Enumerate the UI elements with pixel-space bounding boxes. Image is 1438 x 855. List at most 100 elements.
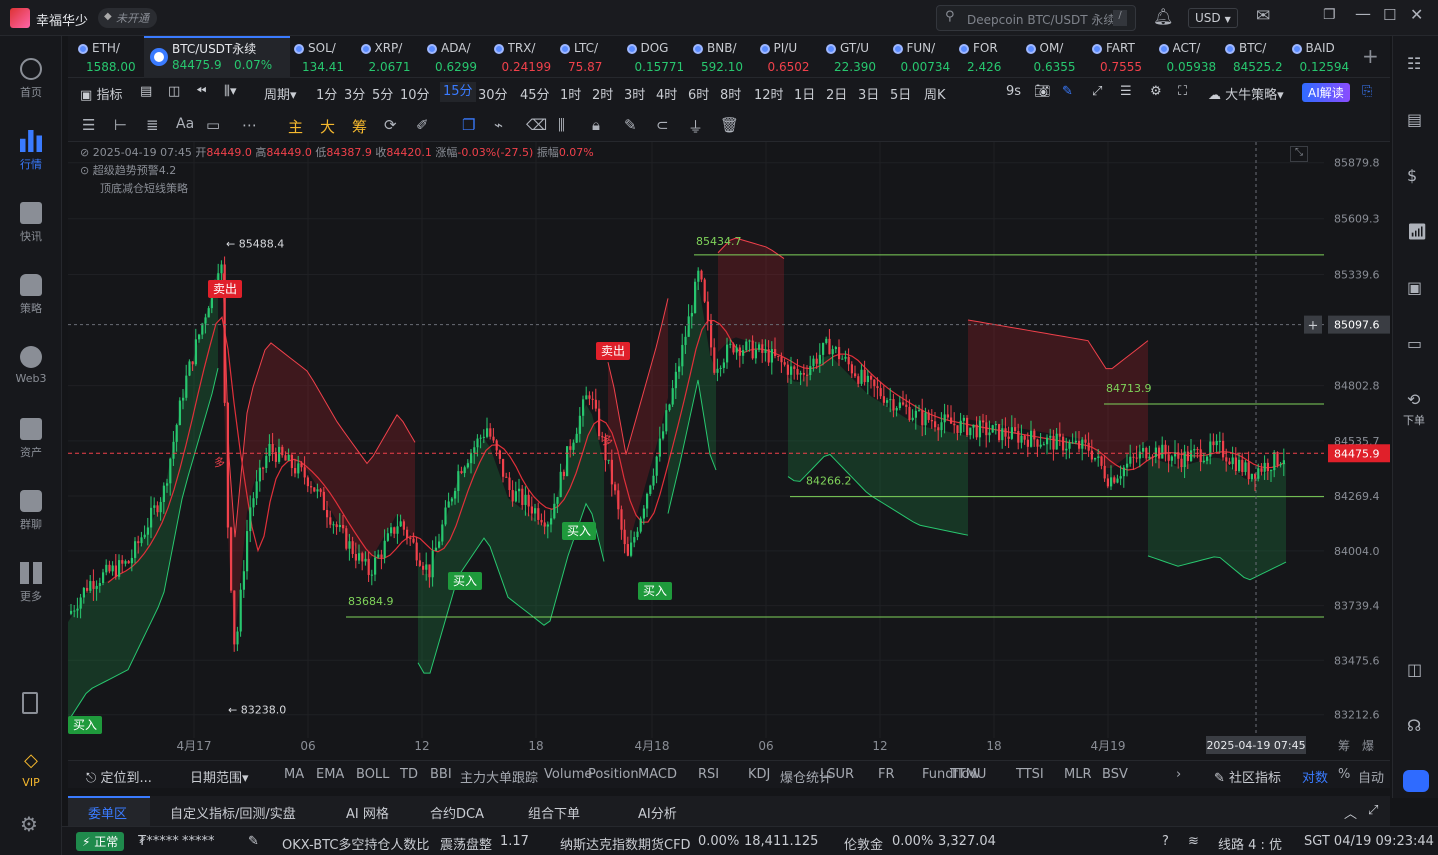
text-tool[interactable]: Aa — [176, 116, 194, 132]
log-scale-toggle[interactable]: 对数 — [1302, 767, 1328, 786]
filter-icon[interactable]: ⏚ — [688, 116, 703, 137]
tag-icon[interactable]: ⌁ — [494, 116, 503, 134]
period-dropdown[interactable]: 周期▾ — [264, 84, 297, 103]
copy-icon[interactable]: ❐ — [462, 116, 475, 134]
indicator-9[interactable]: RSI — [698, 767, 719, 782]
bell-icon[interactable]: 🔔︎ — [1153, 7, 1173, 26]
period-11[interactable]: 6时 — [688, 84, 709, 103]
ticker-item-13[interactable]: OM/0.6355 — [1025, 40, 1092, 76]
indicator-4[interactable]: BBI — [430, 767, 452, 782]
add-ticker-icon[interactable]: + — [1362, 44, 1379, 68]
period-13[interactable]: 12时 — [754, 84, 784, 103]
tab-ai-analysis[interactable]: AI分析 — [638, 803, 677, 822]
line-status[interactable]: 线路 4 : 优 — [1218, 834, 1282, 853]
dollar-icon[interactable]: $ — [1407, 166, 1417, 185]
period-8[interactable]: 2时 — [592, 84, 613, 103]
period-3[interactable]: 10分 — [400, 84, 430, 103]
vip-status-badge[interactable]: ◆ 未开通 — [98, 8, 157, 28]
sidebar-item-assets[interactable]: 资产 — [0, 410, 62, 470]
brush-icon[interactable]: ✐ — [416, 116, 429, 134]
indicator-3[interactable]: TD — [400, 767, 418, 782]
indicator-menu-button[interactable]: ▣ 指标 — [80, 84, 122, 103]
chevron-right-icon[interactable]: › — [1176, 767, 1181, 782]
period-10[interactable]: 4时 — [656, 84, 677, 103]
sidebar-item-more[interactable]: 更多 — [0, 554, 62, 614]
camera-icon[interactable]: 📷︎ — [1034, 84, 1051, 99]
period-12[interactable]: 8时 — [720, 84, 741, 103]
ticker-item-0[interactable]: ETH/1588.00 — [78, 40, 144, 76]
indicator-8[interactable]: MACD — [638, 767, 677, 782]
indicator-legend-2[interactable]: 顶底减仓短线策略 — [100, 180, 188, 196]
ai-interpret-button[interactable]: AI解读 — [1302, 83, 1350, 102]
chevron-up-icon[interactable]: ︿ — [1344, 803, 1357, 822]
period-2[interactable]: 5分 — [372, 84, 393, 103]
phone-icon[interactable] — [22, 692, 38, 714]
eraser-icon[interactable]: ⌫ — [526, 116, 547, 134]
card-icon[interactable]: ▭ — [1407, 334, 1422, 353]
search-box[interactable]: ⚲ Deepcoin BTC/USDT 永续 / — [936, 5, 1136, 31]
user-name[interactable]: 幸福华少 — [36, 10, 88, 29]
indicator-6[interactable]: Volume — [544, 767, 592, 782]
period-17[interactable]: 5日 — [890, 84, 911, 103]
ticker-item-1[interactable]: BTC/USDT永续 84475.9 0.07% — [144, 36, 290, 78]
edit-icon[interactable]: ✎ — [624, 116, 637, 134]
close-icon[interactable]: ✕ — [1410, 5, 1423, 24]
tab-combo-order[interactable]: 组合下单 — [528, 803, 580, 822]
indicator-15[interactable]: TTMU — [950, 767, 986, 782]
sidebar-item-home[interactable]: 首页 — [0, 50, 62, 110]
share-icon[interactable]: ⎘ — [1362, 84, 1372, 99]
place-order-icon[interactable]: ⟲ — [1407, 390, 1420, 409]
expand-icon[interactable]: ⤢ — [1092, 84, 1102, 99]
trash-icon[interactable]: 🗑︎ — [720, 116, 739, 134]
more-dots-icon[interactable]: ⋯ — [242, 116, 257, 134]
avatar[interactable] — [10, 8, 30, 28]
watchlist-icon[interactable]: ☷ — [1407, 54, 1421, 73]
maximize-icon[interactable]: ☐ — [1383, 6, 1396, 24]
ruler-icon[interactable]: ▭ — [206, 116, 220, 134]
ticker-item-4[interactable]: ADA/0.6299 — [427, 40, 493, 76]
panel-layout-icon[interactable]: ◫ — [1407, 660, 1422, 679]
ticker-item-17[interactable]: BAID 0.12594 — [1291, 40, 1358, 76]
price-chart[interactable]: 85434.7 84713.9 84266.2 83684.9 ← 85488.4 ← 8… — [68, 142, 1390, 760]
candlestick-chart[interactable]: 85434.7 84713.9 84266.2 83684.9 ← 85488.4 ← 8… — [68, 142, 1390, 760]
indicator-legend-1[interactable]: ⊙ 超级趋势预警4.2 — [80, 162, 176, 178]
indicator-7[interactable]: Position — [588, 767, 639, 782]
main-force-button[interactable]: 主 — [288, 116, 303, 137]
indicator-13[interactable]: FR — [878, 767, 895, 782]
layout-icon[interactable]: ◫ — [168, 84, 180, 99]
lock-icon[interactable]: 🔒︎ — [592, 116, 600, 134]
ticker-item-11[interactable]: FUN/0.00734 — [892, 40, 959, 76]
period-1[interactable]: 3分 — [344, 84, 365, 103]
indicator-18[interactable]: BSV — [1102, 767, 1128, 782]
ticker-item-6[interactable]: LTC/75.87 — [560, 40, 626, 76]
search-input[interactable]: Deepcoin BTC/USDT 永续 — [967, 11, 1115, 28]
pencil-icon[interactable]: ✎ — [1062, 84, 1073, 99]
chart-settings-icon[interactable]: ⤡ — [1290, 146, 1308, 162]
locate-button[interactable]: ⎋ 定位到... — [86, 767, 152, 786]
document-icon[interactable]: ▤ — [1407, 110, 1422, 129]
edit-icon[interactable]: ✎ — [248, 834, 259, 849]
indicator-2[interactable]: BOLL — [356, 767, 389, 782]
indicator-16[interactable]: TTSI — [1016, 767, 1044, 782]
period-14[interactable]: 1日 — [794, 84, 815, 103]
rewind-icon[interactable]: ⏪︎ — [196, 84, 206, 99]
indicator-0[interactable]: MA — [284, 767, 304, 782]
ticker-item-10[interactable]: GT/U 22.390 — [826, 40, 892, 76]
expand-panel-icon[interactable]: ⤢ — [1368, 803, 1378, 818]
community-indicator-button[interactable]: ✎ 社区指标 — [1214, 767, 1281, 786]
indicator-5[interactable]: 主力大单跟踪 — [460, 767, 538, 786]
period-15[interactable]: 2日 — [826, 84, 847, 103]
horizontal-line-icon[interactable]: ⊢ — [114, 116, 127, 134]
minimize-icon[interactable]: — — [1355, 4, 1371, 23]
menu-lines-icon[interactable]: ☰ — [82, 116, 95, 134]
auto-toggle[interactable]: 自动 — [1358, 767, 1384, 786]
ticker-item-14[interactable]: FART 0.7555 — [1092, 40, 1158, 76]
ticker-item-12[interactable]: FOR 2.426 — [959, 40, 1025, 76]
help-icon[interactable]: ? — [1162, 834, 1169, 849]
date-range-dropdown[interactable]: 日期范围▾ — [190, 767, 249, 786]
bot-assistant-icon[interactable] — [1403, 770, 1429, 792]
indicator-17[interactable]: MLR — [1064, 767, 1092, 782]
period-9[interactable]: 3时 — [624, 84, 645, 103]
ticker-item-8[interactable]: BNB/592.10 — [693, 40, 759, 76]
sidebar-item-vip[interactable]: ◇ VIP — [0, 742, 62, 802]
